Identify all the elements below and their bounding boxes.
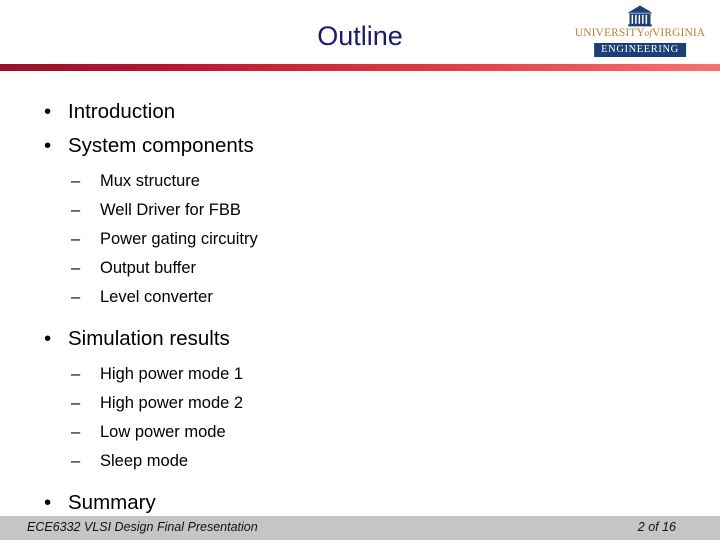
bullet-marker-dash-icon: – [71, 288, 81, 306]
bullet-marker-dash-icon: – [71, 201, 81, 219]
bullet-label: System components [68, 134, 254, 157]
bullet-marker-dot-icon: • [44, 134, 52, 157]
slide-header: Outline UNIVERSITYofVIRGINIA ENGINEERING [0, 0, 720, 62]
bullet-label: Sleep mode [100, 452, 189, 470]
footer-presentation-title: ECE6332 VLSI Design Final Presentation [27, 520, 258, 534]
bullet-label: Well Driver for FBB [100, 201, 241, 219]
bullet-item-level2: – Output buffer [0, 254, 720, 283]
bullet-item-level1: • Simulation results [0, 322, 720, 356]
bullet-item-level2: – Sleep mode [0, 447, 720, 476]
bullet-marker-dash-icon: – [71, 423, 81, 441]
bullet-label: Introduction [68, 100, 176, 123]
uva-engineering-logo: UNIVERSITYofVIRGINIA ENGINEERING [566, 5, 714, 59]
bullet-label: High power mode 1 [100, 365, 244, 383]
bullet-label: Summary [68, 491, 156, 514]
bullet-label: Mux structure [100, 172, 200, 190]
bullet-marker-dash-icon: – [71, 452, 81, 470]
bullet-marker-dot-icon: • [44, 327, 52, 350]
bullet-marker-dash-icon: – [71, 172, 81, 190]
bullet-label: High power mode 2 [100, 394, 244, 412]
bullet-marker-dash-icon: – [71, 230, 81, 248]
uva-wordmark-of: of [644, 28, 652, 38]
bullet-item-level1: • System components [0, 129, 720, 163]
uva-wordmark: UNIVERSITYofVIRGINIA [566, 27, 714, 39]
bullet-label: Power gating circuitry [100, 230, 258, 248]
bullet-label: Simulation results [68, 327, 230, 350]
bullet-label: Low power mode [100, 423, 226, 441]
bullet-label: Output buffer [100, 259, 197, 277]
bullet-marker-dash-icon: – [71, 259, 81, 277]
footer-page-number: 2 of 16 [637, 520, 676, 534]
uva-rotunda-icon [628, 5, 652, 27]
bullet-marker-dash-icon: – [71, 365, 81, 383]
bullet-label: Level converter [100, 288, 213, 306]
bullet-marker-dash-icon: – [71, 394, 81, 412]
bullet-item-level2: – Power gating circuitry [0, 225, 720, 254]
slide-footer: ECE6332 VLSI Design Final Presentation 2… [0, 516, 720, 540]
engineering-badge: ENGINEERING [594, 43, 686, 57]
bullet-item-level2: – High power mode 1 [0, 360, 720, 389]
bullet-item-level2: – Level converter [0, 283, 720, 312]
header-divider [0, 64, 720, 71]
uva-wordmark-virginia: VIRGINIA [652, 27, 706, 39]
bullet-marker-dot-icon: • [44, 491, 52, 514]
bullet-item-level1: • Summary [0, 486, 720, 520]
slide-content-list: • Introduction • System components – Mux stru… [0, 95, 720, 514]
bullet-item-level2: – High power mode 2 [0, 389, 720, 418]
bullet-item-level2: – Low power mode [0, 418, 720, 447]
bullet-item-level2: – Well Driver for FBB [0, 196, 720, 225]
bullet-item-level1: • Introduction [0, 95, 720, 129]
bullet-marker-dot-icon: • [44, 100, 52, 123]
uva-wordmark-university: UNIVERSITY [574, 27, 645, 39]
bullet-item-level2: – Mux structure [0, 167, 720, 196]
